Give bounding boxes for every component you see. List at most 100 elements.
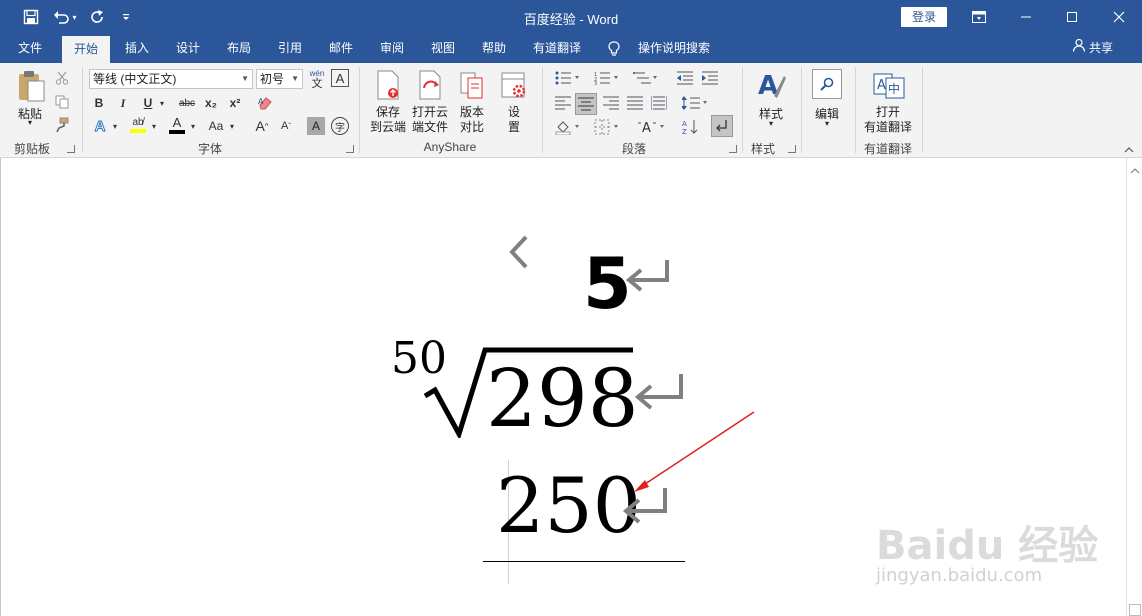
asian-layout-icon[interactable]: A bbox=[636, 117, 668, 137]
justify-icon[interactable] bbox=[625, 93, 645, 113]
bullets-icon[interactable] bbox=[553, 69, 583, 87]
underline-button[interactable]: U bbox=[139, 94, 157, 112]
find-icon[interactable] bbox=[812, 69, 842, 99]
baidu-watermark: Baidu 经验 bbox=[876, 523, 1099, 569]
tab-view[interactable]: 视图 bbox=[423, 34, 463, 63]
shading-icon[interactable] bbox=[553, 117, 583, 137]
svg-text:A: A bbox=[682, 120, 687, 128]
shrink-font-label: A bbox=[280, 120, 289, 132]
copy-icon[interactable] bbox=[53, 93, 71, 111]
tab-insert[interactable]: 插入 bbox=[117, 34, 157, 63]
tab-review[interactable]: 审阅 bbox=[372, 34, 412, 63]
styles-icon[interactable]: A bbox=[755, 69, 787, 103]
font-name-dropdown[interactable]: 等线 (中文正文) ▼ bbox=[89, 69, 253, 89]
open-cloud-file-icon[interactable] bbox=[416, 69, 444, 101]
strikethrough-button[interactable]: abc bbox=[176, 94, 198, 112]
change-case-dropdown-icon[interactable]: ▾ bbox=[227, 116, 237, 136]
text-effects-icon[interactable]: A bbox=[90, 116, 110, 136]
youdao-translate-icon[interactable]: A中 bbox=[872, 71, 906, 101]
phonetic-guide-icon[interactable]: wén 文 bbox=[306, 67, 328, 91]
superscript-button[interactable]: x² bbox=[226, 94, 244, 112]
enclose-characters-icon[interactable]: 字 bbox=[331, 117, 349, 135]
highlight-dropdown-icon[interactable]: ▾ bbox=[149, 116, 159, 136]
change-case-button[interactable]: Aa bbox=[205, 116, 227, 136]
tab-references[interactable]: 引用 bbox=[270, 34, 310, 63]
settings-label[interactable]: 设 置 bbox=[500, 105, 528, 135]
sort-icon[interactable]: AZ bbox=[680, 117, 702, 137]
character-border-icon[interactable]: A bbox=[331, 69, 349, 87]
maximize-icon[interactable] bbox=[1049, 0, 1095, 34]
separator bbox=[359, 67, 360, 153]
borders-icon[interactable] bbox=[592, 117, 622, 137]
tab-mailings[interactable]: 邮件 bbox=[321, 34, 361, 63]
styles-dropdown-icon[interactable]: ▾ bbox=[765, 119, 777, 128]
version-compare-line2: 对比 bbox=[459, 120, 484, 134]
lightbulb-icon[interactable] bbox=[606, 34, 622, 63]
highlight-icon[interactable]: ab̸ bbox=[127, 114, 149, 136]
paste-icon[interactable] bbox=[14, 69, 48, 103]
editing-dropdown-icon[interactable]: ▾ bbox=[821, 119, 833, 128]
text-effects-dropdown-icon[interactable]: ▾ bbox=[110, 116, 120, 136]
format-painter-icon[interactable] bbox=[53, 116, 71, 134]
tab-design[interactable]: 设计 bbox=[168, 34, 208, 63]
clear-formatting-icon[interactable]: A bbox=[256, 94, 274, 112]
collapse-ribbon-icon[interactable] bbox=[1122, 145, 1136, 155]
youdao-open-label[interactable]: 打开 有道翻译 bbox=[860, 105, 916, 135]
version-compare-label[interactable]: 版本 对比 bbox=[452, 105, 492, 135]
underline-dropdown-icon[interactable]: ▾ bbox=[157, 94, 167, 112]
separator bbox=[742, 67, 743, 153]
scroll-thumb[interactable] bbox=[1129, 604, 1141, 616]
italic-button[interactable]: I bbox=[114, 94, 132, 112]
shrink-font-button[interactable]: Aˇ bbox=[276, 116, 296, 136]
vertical-scrollbar[interactable] bbox=[1126, 158, 1142, 616]
distributed-icon[interactable] bbox=[649, 93, 669, 113]
open-cloud-file-label[interactable]: 打开云 端文件 bbox=[408, 105, 452, 135]
save-to-cloud-label[interactable]: 保存 到云端 bbox=[366, 105, 410, 135]
paste-dropdown-icon[interactable]: ▾ bbox=[24, 118, 36, 127]
tab-help[interactable]: 帮助 bbox=[474, 34, 514, 63]
clipboard-launcher[interactable] bbox=[67, 145, 75, 153]
svg-text:A: A bbox=[877, 78, 886, 93]
ribbon-display-icon[interactable] bbox=[956, 0, 1002, 34]
character-shading-icon[interactable]: A bbox=[307, 117, 325, 135]
styles-launcher[interactable] bbox=[788, 145, 796, 153]
minimize-icon[interactable] bbox=[1003, 0, 1049, 34]
grow-font-button[interactable]: A ^ bbox=[252, 116, 272, 136]
tell-me-search[interactable]: 操作说明搜索 bbox=[632, 34, 716, 63]
tab-file[interactable]: 文件 bbox=[10, 34, 50, 63]
settings-icon[interactable] bbox=[500, 71, 528, 101]
align-center-icon[interactable] bbox=[575, 93, 597, 115]
font-color-dropdown-icon[interactable]: ▾ bbox=[188, 116, 198, 136]
share-button[interactable]: 共享 bbox=[1072, 34, 1113, 63]
ribbon: 粘贴 ▾ 剪贴板 等线 (中文正文) ▼ 初号 ▼ wén 文 A B I U ▾ … bbox=[0, 63, 1142, 158]
save-to-cloud-line1: 保存 bbox=[375, 105, 400, 119]
login-button[interactable]: 登录 bbox=[901, 7, 947, 27]
increase-indent-icon[interactable] bbox=[700, 69, 720, 87]
tab-youdao-translate[interactable]: 有道翻译 bbox=[527, 34, 587, 63]
cut-icon[interactable] bbox=[53, 69, 71, 87]
subscript-button[interactable]: x₂ bbox=[202, 94, 220, 112]
version-compare-icon[interactable] bbox=[458, 69, 486, 101]
save-to-cloud-icon[interactable] bbox=[374, 69, 402, 101]
align-right-icon[interactable] bbox=[601, 93, 621, 113]
youdao-group-label: 有道翻译 bbox=[863, 142, 912, 156]
paragraph-launcher[interactable] bbox=[729, 145, 737, 153]
phonetic-bottom: 文 bbox=[311, 78, 323, 90]
multilevel-list-icon[interactable] bbox=[631, 69, 661, 87]
tab-layout[interactable]: 布局 bbox=[219, 34, 259, 63]
align-left-icon[interactable] bbox=[553, 93, 573, 113]
tab-home[interactable]: 开始 bbox=[62, 36, 110, 63]
styles-group-label: 样式 bbox=[750, 142, 775, 156]
close-icon[interactable] bbox=[1096, 0, 1142, 34]
font-size-dropdown[interactable]: 初号 ▼ bbox=[256, 69, 303, 89]
show-formatting-marks-icon[interactable] bbox=[711, 115, 733, 137]
bold-button[interactable]: B bbox=[90, 94, 108, 112]
font-launcher[interactable] bbox=[346, 145, 354, 153]
scroll-up-icon[interactable] bbox=[1130, 162, 1140, 174]
youdao-line2: 有道翻译 bbox=[863, 120, 912, 134]
numbering-icon[interactable]: 123 bbox=[592, 69, 622, 87]
chevron-left-icon bbox=[506, 233, 530, 273]
font-color-icon[interactable]: A bbox=[166, 114, 188, 136]
line-spacing-icon[interactable] bbox=[680, 93, 710, 113]
decrease-indent-icon[interactable] bbox=[675, 69, 695, 87]
